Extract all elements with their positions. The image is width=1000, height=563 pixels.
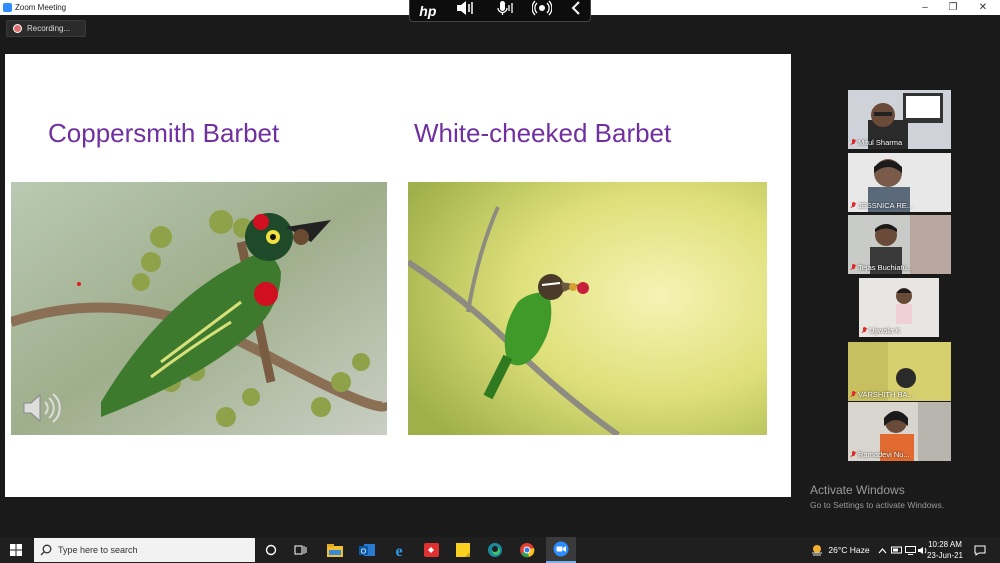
battery-icon[interactable] (890, 537, 904, 563)
coppersmith-barbet-photo (11, 182, 387, 435)
svg-text:O: O (361, 549, 367, 556)
activate-windows-watermark: Activate Windows Go to Settings to activ… (810, 483, 944, 510)
outlook-icon[interactable]: O (356, 537, 378, 563)
start-button[interactable] (4, 537, 28, 563)
search-placeholder: Type here to search (58, 545, 138, 555)
participant-name: Mitul Sharma (851, 138, 902, 147)
participant-tile[interactable]: Tejas Buchiatu... (848, 215, 951, 274)
speaker-icon[interactable] (455, 0, 475, 21)
mic-muted-icon (851, 391, 856, 398)
cortana-icon[interactable] (260, 537, 282, 563)
mic-muted-icon (851, 139, 856, 146)
participant-name: Tejas Buchiatu... (851, 263, 913, 272)
mic-muted-icon (851, 202, 856, 209)
broadcast-icon[interactable] (531, 0, 553, 21)
recording-label: Recording... (27, 24, 71, 33)
participant-tile[interactable]: Ramadevi Nu... (848, 402, 951, 461)
zoom-app-icon (3, 3, 12, 12)
window-title: Zoom Meeting (15, 3, 67, 12)
sticky-notes-icon[interactable] (452, 537, 474, 563)
close-button[interactable]: ✕ (968, 0, 998, 15)
participant-tile[interactable]: VARSHITH BA... (848, 342, 951, 401)
participant-name: JESSNICA RE... (851, 201, 913, 210)
participant-tile[interactable]: Mitul Sharma (848, 90, 951, 149)
shared-slide: Coppersmith Barbet White-cheeked Barbet (5, 54, 791, 497)
participant-name: Ramadevi Nu... (851, 450, 910, 459)
participant-tile[interactable]: Ujjwala K (859, 278, 939, 337)
network-icon[interactable] (904, 537, 916, 563)
taskbar-search-box[interactable]: Type here to search (34, 538, 255, 562)
chrome-icon[interactable] (516, 537, 538, 563)
hp-logo: hp (419, 2, 437, 19)
zoom-window: Zoom Meeting – ❐ ✕ hp Recording... Coppe… (0, 0, 1000, 563)
weather-widget[interactable]: 26°C Haze (800, 537, 880, 563)
activate-title: Activate Windows (810, 483, 905, 497)
participant-name: VARSHITH BA... (851, 390, 914, 399)
microphone-icon[interactable] (494, 0, 514, 21)
clock-time: 10:28 AM (928, 540, 962, 549)
clock[interactable]: 10:28 AM 23-Jun-21 (920, 537, 970, 563)
haze-weather-icon (812, 545, 823, 556)
slide-audio-icon[interactable] (21, 391, 63, 430)
minimize-button[interactable]: – (910, 0, 940, 15)
search-icon (40, 544, 52, 556)
notifications-icon[interactable] (970, 537, 990, 563)
svg-text:e: e (395, 543, 402, 558)
edge-icon[interactable] (484, 537, 506, 563)
tray-chevron-up-icon[interactable] (876, 537, 888, 563)
zoom-taskbar-icon[interactable] (546, 537, 576, 563)
participant-tile[interactable]: JESSNICA RE... (848, 153, 951, 212)
recording-icon (13, 24, 22, 33)
task-view-icon[interactable] (290, 537, 312, 563)
slide-right-title: White-cheeked Barbet (414, 118, 672, 148)
activate-subtitle: Go to Settings to activate Windows. (810, 500, 945, 510)
laser-pointer-dot (77, 282, 81, 286)
collapse-chevron-icon[interactable] (571, 0, 581, 21)
file-explorer-icon[interactable] (324, 537, 346, 563)
clock-date: 23-Jun-21 (926, 551, 964, 560)
maximize-button[interactable]: ❐ (938, 0, 968, 15)
weather-text: 26°C Haze (828, 545, 870, 555)
mic-muted-icon (851, 264, 856, 271)
red-app-icon[interactable] (420, 537, 442, 563)
white-cheeked-barbet-photo (408, 182, 767, 435)
recording-indicator[interactable]: Recording... (6, 20, 86, 37)
hp-audio-toolbar: hp (409, 0, 591, 22)
slide-left-title: Coppersmith Barbet (48, 118, 280, 148)
mic-muted-icon (851, 451, 856, 458)
mic-muted-icon (862, 327, 867, 334)
participant-name: Ujjwala K (862, 326, 900, 335)
windows-taskbar: Type here to search O e 26°C Haze 10:28 … (0, 537, 1000, 563)
internet-explorer-icon[interactable]: e (388, 537, 410, 563)
